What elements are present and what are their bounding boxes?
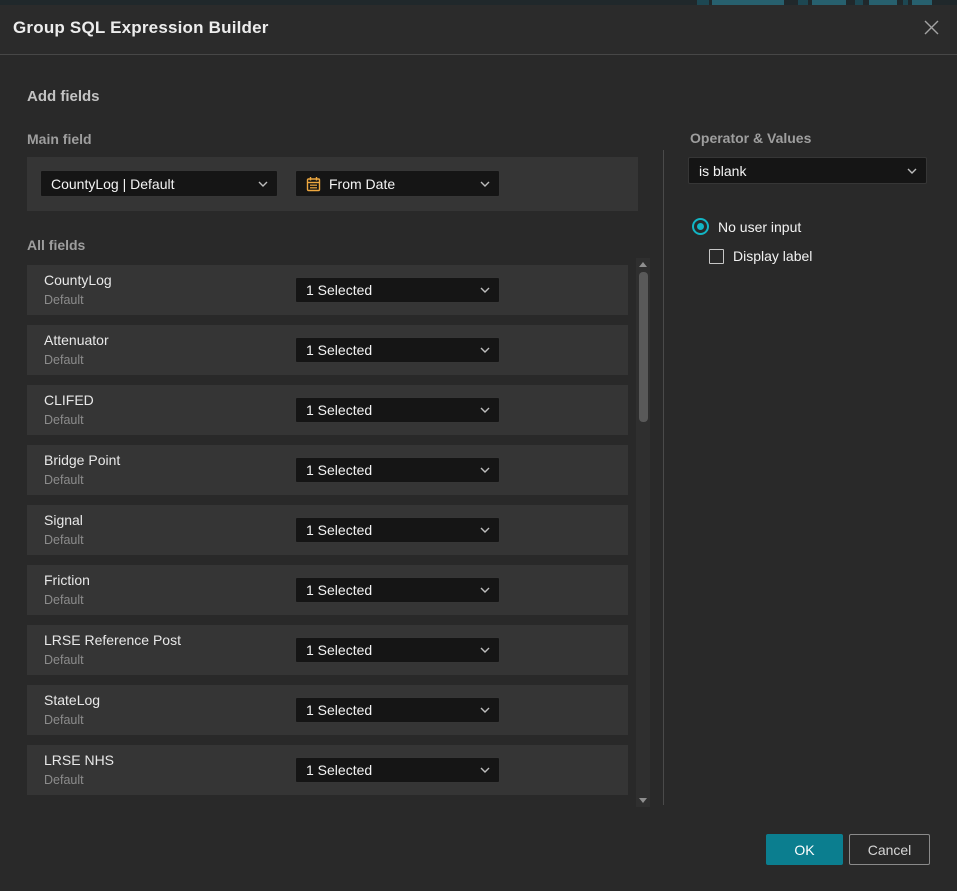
selected-count-value: 1 Selected: [306, 402, 372, 418]
field-name: Bridge Point: [44, 452, 120, 468]
date-select-value: From Date: [329, 176, 395, 192]
selected-count-value: 1 Selected: [306, 282, 372, 298]
radio-selected-icon: [692, 218, 709, 235]
selected-count-value: 1 Selected: [306, 462, 372, 478]
field-selected-dropdown[interactable]: 1 Selected: [295, 337, 500, 363]
selected-count-value: 1 Selected: [306, 762, 372, 778]
field-name: LRSE Reference Post: [44, 632, 181, 648]
display-label-checkbox[interactable]: Display label: [709, 248, 812, 264]
field-name: Attenuator: [44, 332, 109, 348]
field-selected-dropdown[interactable]: 1 Selected: [295, 397, 500, 423]
field-subtitle: Default: [44, 293, 84, 307]
field-row: CountyLog Default 1 Selected: [27, 265, 628, 315]
checkbox-unchecked-icon: [709, 249, 724, 264]
panel-divider: [663, 150, 664, 805]
field-selected-dropdown[interactable]: 1 Selected: [295, 637, 500, 663]
main-field-layer-select[interactable]: CountyLog | Default: [40, 170, 278, 197]
field-row: Friction Default 1 Selected: [27, 565, 628, 615]
field-name: CountyLog: [44, 272, 112, 288]
operator-values-heading: Operator & Values: [690, 130, 811, 146]
field-row: StateLog Default 1 Selected: [27, 685, 628, 735]
chevron-down-icon: [480, 407, 490, 413]
chevron-down-icon: [480, 707, 490, 713]
field-subtitle: Default: [44, 653, 84, 667]
field-selected-dropdown[interactable]: 1 Selected: [295, 277, 500, 303]
selected-count-value: 1 Selected: [306, 702, 372, 718]
field-selected-dropdown[interactable]: 1 Selected: [295, 457, 500, 483]
field-subtitle: Default: [44, 713, 84, 727]
main-field-date-select[interactable]: From Date: [295, 170, 500, 197]
field-row: CLIFED Default 1 Selected: [27, 385, 628, 435]
chevron-down-icon: [480, 767, 490, 773]
close-button[interactable]: [918, 17, 944, 43]
chevron-down-icon: [480, 347, 490, 353]
chevron-down-icon: [480, 527, 490, 533]
field-subtitle: Default: [44, 413, 84, 427]
dialog-titlebar: Group SQL Expression Builder: [0, 5, 957, 55]
chevron-down-icon: [258, 181, 268, 187]
selected-count-value: 1 Selected: [306, 642, 372, 658]
field-name: Signal: [44, 512, 83, 528]
no-user-input-label: No user input: [718, 219, 801, 235]
field-row: Attenuator Default 1 Selected: [27, 325, 628, 375]
chevron-down-icon: [480, 287, 490, 293]
add-fields-heading: Add fields: [27, 88, 100, 105]
close-icon: [923, 19, 940, 41]
field-name: Friction: [44, 572, 90, 588]
field-selected-dropdown[interactable]: 1 Selected: [295, 697, 500, 723]
selected-count-value: 1 Selected: [306, 342, 372, 358]
field-selected-dropdown[interactable]: 1 Selected: [295, 577, 500, 603]
all-fields-heading: All fields: [27, 237, 85, 253]
group-sql-expression-builder-dialog: Group SQL Expression Builder Add fields …: [0, 5, 957, 891]
cancel-button[interactable]: Cancel: [849, 834, 930, 865]
layer-select-value: CountyLog | Default: [51, 176, 175, 192]
no-user-input-radio[interactable]: No user input: [692, 218, 801, 235]
field-row: Signal Default 1 Selected: [27, 505, 628, 555]
main-field-heading: Main field: [27, 131, 92, 147]
selected-count-value: 1 Selected: [306, 582, 372, 598]
field-name: CLIFED: [44, 392, 94, 408]
screen: Group SQL Expression Builder Add fields …: [0, 0, 957, 891]
chevron-down-icon: [480, 647, 490, 653]
field-row: LRSE NHS Default 1 Selected: [27, 745, 628, 795]
operator-select-value: is blank: [699, 163, 746, 179]
ok-button[interactable]: OK: [766, 834, 843, 865]
field-selected-dropdown[interactable]: 1 Selected: [295, 757, 500, 783]
chevron-down-icon: [480, 587, 490, 593]
operator-select[interactable]: is blank: [688, 157, 927, 184]
scroll-up-icon[interactable]: [639, 262, 647, 267]
field-subtitle: Default: [44, 773, 84, 787]
field-subtitle: Default: [44, 533, 84, 547]
field-name: StateLog: [44, 692, 100, 708]
selected-count-value: 1 Selected: [306, 522, 372, 538]
field-name: LRSE NHS: [44, 752, 114, 768]
all-fields-list: CountyLog Default 1 Selected Attenuator …: [27, 265, 628, 805]
field-subtitle: Default: [44, 593, 84, 607]
field-row: LRSE Reference Post Default 1 Selected: [27, 625, 628, 675]
fields-list-scrollbar[interactable]: [636, 258, 650, 807]
scrollbar-thumb[interactable]: [639, 272, 648, 422]
field-selected-dropdown[interactable]: 1 Selected: [295, 517, 500, 543]
display-label-label: Display label: [733, 248, 812, 264]
field-subtitle: Default: [44, 353, 84, 367]
chevron-down-icon: [480, 467, 490, 473]
field-subtitle: Default: [44, 473, 84, 487]
scroll-down-icon[interactable]: [639, 798, 647, 803]
dialog-title: Group SQL Expression Builder: [13, 18, 269, 38]
calendar-icon: [306, 176, 321, 192]
chevron-down-icon: [480, 181, 490, 187]
field-row: Bridge Point Default 1 Selected: [27, 445, 628, 495]
chevron-down-icon: [907, 168, 917, 174]
